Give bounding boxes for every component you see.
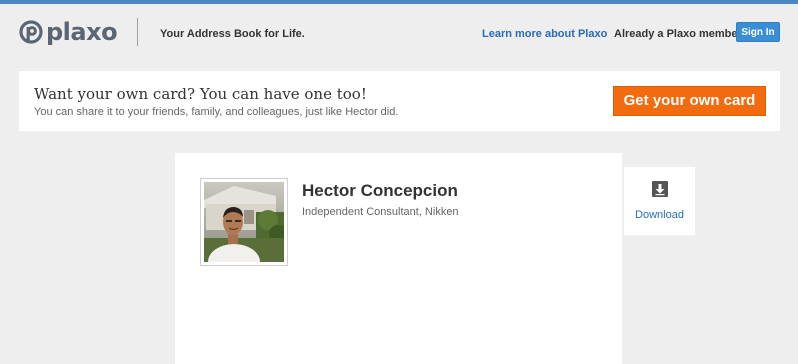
contact-photo [204, 182, 284, 262]
logo-text: plaxo [46, 18, 118, 46]
learn-more-link[interactable]: Learn more about Plaxo [482, 28, 607, 40]
download-label: Download [635, 209, 684, 221]
contact-name: Hector Concepcion [302, 181, 458, 200]
promo-headline: Want your own card? You can have one too… [34, 85, 367, 103]
sign-in-button[interactable]: Sign In [736, 22, 780, 42]
contact-title: Independent Consultant, Nikken [302, 206, 459, 218]
promo-banner: Want your own card? You can have one too… [19, 71, 780, 131]
plaxo-logo[interactable]: plaxo [19, 18, 118, 46]
site-header: plaxo Your Address Book for Life. Learn … [0, 4, 798, 60]
get-your-own-card-button[interactable]: Get your own card [613, 86, 766, 116]
download-arrow-icon [652, 181, 668, 197]
plaxo-logo-icon [19, 20, 43, 44]
contact-card: Hector Concepcion Independent Consultant… [175, 153, 622, 364]
site-tagline: Your Address Book for Life. [160, 28, 305, 40]
avatar [200, 178, 288, 266]
download-button[interactable]: Download [624, 167, 695, 235]
promo-subtext: You can share it to your friends, family… [34, 106, 399, 118]
header-divider [137, 18, 138, 46]
member-prompt: Already a Plaxo member? [614, 28, 749, 40]
